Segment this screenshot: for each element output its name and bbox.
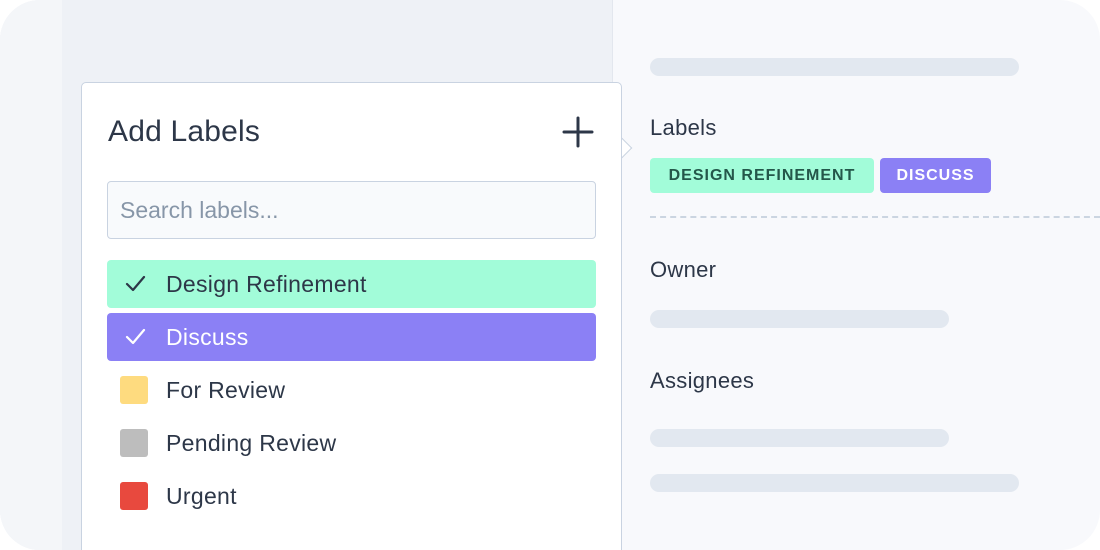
color-swatch — [120, 429, 148, 457]
label-option-text: Discuss — [166, 324, 249, 350]
assignee-placeholder — [650, 474, 1019, 492]
add-label-button[interactable] — [562, 116, 594, 148]
label-option[interactable]: Urgent — [107, 472, 596, 520]
label-option-text: Design Refinement — [166, 271, 367, 297]
label-option[interactable]: Design Refinement — [107, 260, 596, 308]
label-option-text: Pending Review — [166, 430, 337, 456]
label-option-text: Urgent — [166, 483, 237, 509]
plus-icon — [562, 116, 594, 148]
color-swatch — [120, 376, 148, 404]
assignee-placeholder — [650, 429, 949, 447]
board-side-strip — [0, 0, 62, 550]
label-option[interactable]: Discuss — [107, 313, 596, 361]
owner-placeholder — [650, 310, 949, 328]
checkmark-icon — [125, 275, 146, 292]
popover-title: Add Labels — [108, 115, 261, 148]
add-labels-popover: Add Labels Design Refinement Discuss For R… — [81, 82, 622, 550]
label-option-text: For Review — [166, 377, 286, 403]
assignees-heading: Assignees — [650, 368, 755, 393]
section-divider — [650, 216, 1100, 218]
label-option[interactable]: Pending Review — [107, 419, 596, 467]
checkmark-icon — [125, 328, 146, 345]
label-option[interactable]: For Review — [107, 366, 596, 414]
owner-heading: Owner — [650, 257, 717, 282]
placeholder-line — [650, 58, 1019, 76]
labels-heading: Labels — [650, 115, 717, 140]
applied-tag-discuss[interactable]: DISCUSS — [880, 158, 991, 193]
search-labels-input[interactable] — [107, 181, 596, 239]
app-frame: Labels DESIGN REFINEMENT DISCUSS Owner A… — [0, 0, 1100, 550]
color-swatch — [120, 482, 148, 510]
applied-tag-design-refinement[interactable]: DESIGN REFINEMENT — [650, 158, 874, 193]
